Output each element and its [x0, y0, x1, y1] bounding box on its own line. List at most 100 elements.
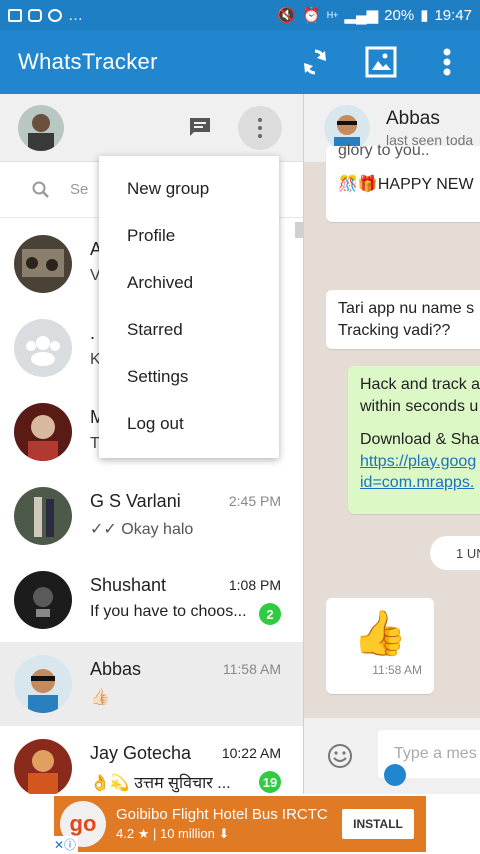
network-type: H+: [326, 10, 339, 20]
new-chat-button[interactable]: [188, 116, 216, 140]
message-text: glory to you..: [338, 142, 430, 159]
date-separator: 1 UN: [430, 536, 480, 570]
message-text: Tracking vadi??: [338, 321, 451, 339]
chat-row-selected[interactable]: Abbas 11:58 AM 👍🏻: [0, 642, 303, 726]
more-vert-icon: [258, 118, 262, 122]
ad-banner[interactable]: go Goibibo Flight Hotel Bus IRCTC 4.2 ★ …: [54, 796, 426, 852]
chat-avatar: [14, 235, 72, 293]
chat-avatar: [14, 571, 72, 629]
mute-icon: 🔇: [277, 7, 296, 24]
message-text: Download & Sha: [360, 431, 480, 449]
chat-time: 11:58 AM: [222, 661, 281, 677]
overflow-menu: New group Profile Archived Starred Setti…: [99, 156, 279, 458]
menu-item-settings[interactable]: Settings: [99, 353, 279, 400]
signal-icon: ▂▄▆: [344, 7, 379, 24]
chat-last-message: 👌💫 उत्तम सुविचार ...: [90, 775, 231, 792]
ad-text: Goibibo Flight Hotel Bus IRCTC 4.2 ★ | 1…: [116, 806, 328, 842]
unread-badge: 2: [259, 603, 281, 625]
text-cursor-handle[interactable]: [384, 764, 406, 786]
thumbs-up-sticker: 👍: [352, 609, 408, 658]
chat-text: Jay Gotecha 10:22 AM 👌💫 उत्तम सुविचार ..…: [90, 739, 303, 794]
instagram-icon: [28, 8, 42, 22]
chat-avatar: [14, 739, 72, 794]
message-text: Tari app nu name s: [338, 300, 475, 317]
input-placeholder: Type a mes: [394, 745, 477, 762]
refresh-button[interactable]: [282, 30, 348, 94]
menu-item-new-group[interactable]: New group: [99, 165, 279, 212]
group-avatar: [14, 319, 72, 377]
chat-name: Jay Gotecha: [90, 743, 192, 763]
ad-rating: 4.2: [116, 826, 135, 841]
chat-avatar: [14, 487, 72, 545]
notification-icons: …: [8, 7, 83, 24]
message-bubble: 👍 11:58 AM: [326, 598, 434, 694]
ad-banner-area: go Goibibo Flight Hotel Bus IRCTC 4.2 ★ …: [0, 794, 480, 854]
menu-item-log-out[interactable]: Log out: [99, 400, 279, 447]
alarm-icon: ⏰: [302, 7, 321, 24]
chat-time: 2:45 PM: [228, 493, 281, 509]
emoji-icon[interactable]: [326, 742, 354, 770]
app-bar: WhatsTracker: [0, 30, 480, 94]
chat-avatar: [14, 655, 72, 713]
gallery-icon: [8, 8, 22, 22]
chat-text: Shushant 1:08 PM If you have to choos...…: [90, 571, 303, 629]
search-placeholder: Se: [70, 181, 89, 198]
app-actions: [282, 30, 480, 94]
download-icon: ⬇: [218, 826, 230, 841]
message-text: within seconds u: [360, 397, 479, 415]
chat-name: Shushant: [90, 575, 167, 595]
chat-name: Abbas: [90, 659, 142, 679]
message-bubble-outgoing: Hack and track a within seconds u Downlo…: [348, 366, 480, 514]
ad-install-button[interactable]: INSTALL: [342, 809, 414, 839]
more-notifications-icon: …: [68, 6, 83, 24]
battery-icon: ▮: [420, 7, 429, 24]
message-time: 11:58 AM: [372, 663, 422, 677]
battery-percent: 20%: [384, 6, 415, 24]
chat-name: G S Varlani: [90, 491, 181, 511]
more-vert-icon: [443, 48, 451, 76]
menu-item-starred[interactable]: Starred: [99, 306, 279, 353]
chat-name: .: [90, 323, 96, 343]
chat-row[interactable]: Shushant 1:08 PM If you have to choos...…: [0, 558, 303, 642]
chat-row[interactable]: G S Varlani 2:45 PM ✓✓ Okay halo: [0, 474, 303, 558]
chat-last-message: If you have to choos...: [90, 603, 247, 620]
app-title: WhatsTracker: [18, 49, 158, 74]
overflow-menu-button[interactable]: [414, 30, 480, 94]
my-avatar[interactable]: [18, 104, 64, 151]
contact-name: Abbas: [386, 108, 440, 129]
star-icon: ★: [137, 826, 150, 841]
ad-choices-icon[interactable]: ✕ⓘ: [52, 836, 79, 853]
chat-time: 1:08 PM: [228, 577, 281, 593]
message-icon: [190, 118, 210, 136]
chat-text: G S Varlani 2:45 PM ✓✓ Okay halo: [90, 487, 303, 545]
chat-last-message: ✓✓ Okay halo: [90, 521, 194, 538]
message-link[interactable]: https://play.goog: [360, 451, 480, 473]
chat-last-message: 👍🏻: [90, 689, 110, 706]
clock: 19:47: [434, 6, 472, 24]
refresh-icon: [304, 49, 326, 75]
message-link[interactable]: id=com.mrapps.: [360, 472, 480, 494]
unread-badge: 19: [259, 771, 281, 793]
status-bar: … 🔇 ⏰ H+ ▂▄▆ 20% ▮ 19:47: [0, 0, 480, 30]
menu-item-archived[interactable]: Archived: [99, 259, 279, 306]
ad-title: Goibibo Flight Hotel Bus IRCTC: [116, 806, 328, 823]
left-more-button[interactable]: [238, 106, 282, 150]
profile-bar: [0, 94, 303, 162]
search-icon: [32, 181, 49, 198]
system-icons: 🔇 ⏰ H+ ▂▄▆ 20% ▮ 19:47: [277, 6, 472, 25]
message-text: 🎊🎁HAPPY NEW: [338, 175, 474, 193]
image-icon: [365, 46, 397, 78]
chat-text: Abbas 11:58 AM 👍🏻: [90, 655, 303, 713]
scrollbar-thumb[interactable]: [295, 222, 303, 238]
whatsapp-icon: [48, 8, 62, 22]
message-bubble: glory to you.. 🎊🎁HAPPY NEW: [326, 142, 480, 222]
conversation-pane: Abbas last seen toda glory to you.. 🎊🎁HA…: [303, 94, 480, 794]
message-input-bar: Type a mes: [304, 718, 480, 794]
chat-avatar: [14, 403, 72, 461]
chat-row[interactable]: Jay Gotecha 10:22 AM 👌💫 उत्तम सुविचार ..…: [0, 726, 303, 794]
menu-item-profile[interactable]: Profile: [99, 212, 279, 259]
image-button[interactable]: [348, 30, 414, 94]
message-bubble: Tari app nu name s Tracking vadi??: [326, 290, 480, 350]
ad-installs: 10 million: [159, 826, 215, 841]
ad-subtitle: 4.2 ★ | 10 million ⬇: [116, 826, 230, 841]
